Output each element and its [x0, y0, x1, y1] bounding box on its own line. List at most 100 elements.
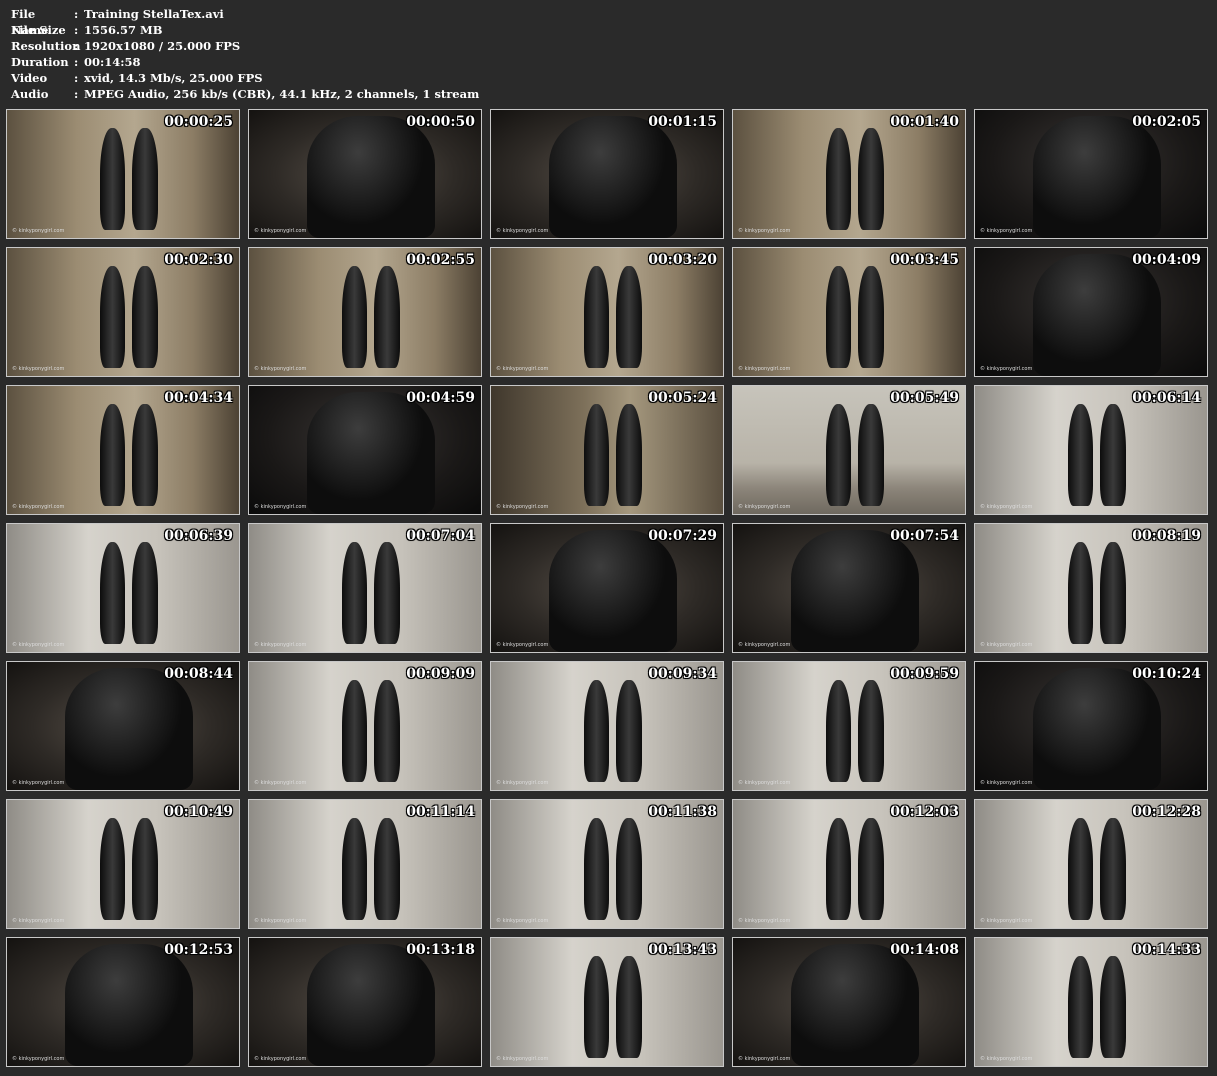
info-separator: :: [74, 87, 79, 101]
figure-silhouette: [616, 679, 642, 783]
figure-silhouette: [858, 817, 884, 921]
figure-silhouette: [1033, 254, 1161, 376]
watermark: © kinkyponygirl.com: [254, 918, 307, 924]
figure-silhouette: [374, 679, 400, 783]
figure-silhouette: [791, 944, 919, 1066]
info-separator: :: [74, 39, 79, 53]
watermark: © kinkyponygirl.com: [12, 366, 65, 372]
video-thumbnail: 00:04:59 © kinkyponygirl.com: [248, 385, 482, 515]
figure-silhouette: [583, 265, 610, 369]
watermark: © kinkyponygirl.com: [980, 366, 1033, 372]
info-key: Duration: [11, 55, 69, 69]
info-value: 00:14:58: [84, 55, 141, 69]
figure-silhouette: [1067, 817, 1094, 921]
timestamp-label: 00:02:30: [164, 252, 233, 268]
video-thumbnail: 00:07:29 © kinkyponygirl.com: [490, 523, 724, 653]
figure-silhouette: [132, 541, 158, 645]
figure-silhouette: [341, 817, 368, 921]
video-thumbnail: 00:07:04 © kinkyponygirl.com: [248, 523, 482, 653]
video-thumbnail: 00:06:14 © kinkyponygirl.com: [974, 385, 1208, 515]
timestamp-label: 00:09:59: [890, 666, 959, 682]
timestamp-label: 00:10:49: [164, 804, 233, 820]
watermark: © kinkyponygirl.com: [738, 918, 791, 924]
video-thumbnail: 00:04:34 © kinkyponygirl.com: [6, 385, 240, 515]
video-thumbnail: 00:11:14 © kinkyponygirl.com: [248, 799, 482, 929]
info-row: Resolution:1920x1080 / 25.000 FPS: [11, 38, 479, 54]
watermark: © kinkyponygirl.com: [980, 228, 1033, 234]
figure-silhouette: [1033, 116, 1161, 238]
timestamp-label: 00:14:33: [1132, 942, 1201, 958]
video-thumbnail: 00:14:33 © kinkyponygirl.com: [974, 937, 1208, 1067]
video-thumbnail: 00:12:03 © kinkyponygirl.com: [732, 799, 966, 929]
figure-silhouette: [616, 817, 642, 921]
figure-silhouette: [825, 127, 852, 231]
figure-silhouette: [858, 403, 884, 507]
timestamp-label: 00:09:09: [406, 666, 475, 682]
video-thumbnail: 00:09:09 © kinkyponygirl.com: [248, 661, 482, 791]
watermark: © kinkyponygirl.com: [738, 228, 791, 234]
video-thumbnail: 00:05:24 © kinkyponygirl.com: [490, 385, 724, 515]
figure-silhouette: [549, 116, 677, 238]
figure-silhouette: [825, 403, 852, 507]
info-key: Video: [11, 71, 48, 85]
figure-silhouette: [1100, 955, 1126, 1059]
video-thumbnail: 00:09:59 © kinkyponygirl.com: [732, 661, 966, 791]
info-key: File Size: [11, 23, 66, 37]
figure-silhouette: [583, 679, 610, 783]
figure-silhouette: [858, 127, 884, 231]
figure-silhouette: [374, 817, 400, 921]
watermark: © kinkyponygirl.com: [738, 642, 791, 648]
video-thumbnail: 00:07:54 © kinkyponygirl.com: [732, 523, 966, 653]
watermark: © kinkyponygirl.com: [738, 366, 791, 372]
watermark: © kinkyponygirl.com: [738, 780, 791, 786]
figure-silhouette: [616, 403, 642, 507]
figure-silhouette: [132, 817, 158, 921]
watermark: © kinkyponygirl.com: [496, 228, 549, 234]
watermark: © kinkyponygirl.com: [254, 228, 307, 234]
timestamp-label: 00:07:29: [648, 528, 717, 544]
video-thumbnail: 00:13:43 © kinkyponygirl.com: [490, 937, 724, 1067]
timestamp-label: 00:02:05: [1132, 114, 1201, 130]
timestamp-label: 00:00:25: [164, 114, 233, 130]
file-info-panel: File Name: Training StellaTex.avi File Siz…: [11, 6, 479, 102]
timestamp-label: 00:12:03: [890, 804, 959, 820]
figure-silhouette: [341, 541, 368, 645]
video-thumbnail: 00:00:50 © kinkyponygirl.com: [248, 109, 482, 239]
video-thumbnail: 00:14:08 © kinkyponygirl.com: [732, 937, 966, 1067]
watermark: © kinkyponygirl.com: [980, 642, 1033, 648]
figure-silhouette: [99, 541, 126, 645]
figure-silhouette: [1033, 668, 1161, 790]
video-thumbnail: 00:09:34 © kinkyponygirl.com: [490, 661, 724, 791]
figure-silhouette: [1067, 541, 1094, 645]
video-thumbnail: 00:06:39 © kinkyponygirl.com: [6, 523, 240, 653]
figure-silhouette: [99, 127, 126, 231]
timestamp-label: 00:06:39: [164, 528, 233, 544]
watermark: © kinkyponygirl.com: [254, 366, 307, 372]
watermark: © kinkyponygirl.com: [254, 504, 307, 510]
timestamp-label: 00:13:43: [648, 942, 717, 958]
timestamp-label: 00:06:14: [1132, 390, 1201, 406]
figure-silhouette: [616, 265, 642, 369]
info-separator: :: [74, 23, 79, 37]
watermark: © kinkyponygirl.com: [12, 642, 65, 648]
video-thumbnail: 00:12:53 © kinkyponygirl.com: [6, 937, 240, 1067]
timestamp-label: 00:12:28: [1132, 804, 1201, 820]
figure-silhouette: [307, 392, 435, 514]
timestamp-label: 00:05:24: [648, 390, 717, 406]
figure-silhouette: [1067, 403, 1094, 507]
info-key: Audio: [11, 87, 49, 101]
info-row: Video: xvid, 14.3 Mb/s, 25.000 FPS: [11, 70, 479, 86]
video-thumbnail: 00:13:18 © kinkyponygirl.com: [248, 937, 482, 1067]
video-thumbnail: 00:04:09 © kinkyponygirl.com: [974, 247, 1208, 377]
info-row: Duration:00:14:58: [11, 54, 479, 70]
watermark: © kinkyponygirl.com: [12, 780, 65, 786]
info-separator: :: [74, 55, 79, 69]
watermark: © kinkyponygirl.com: [980, 504, 1033, 510]
timestamp-label: 00:08:19: [1132, 528, 1201, 544]
info-value: xvid, 14.3 Mb/s, 25.000 FPS: [84, 71, 263, 85]
figure-silhouette: [99, 817, 126, 921]
figure-silhouette: [583, 817, 610, 921]
figure-silhouette: [99, 403, 126, 507]
info-key: File Name: [11, 7, 49, 37]
figure-silhouette: [374, 541, 400, 645]
